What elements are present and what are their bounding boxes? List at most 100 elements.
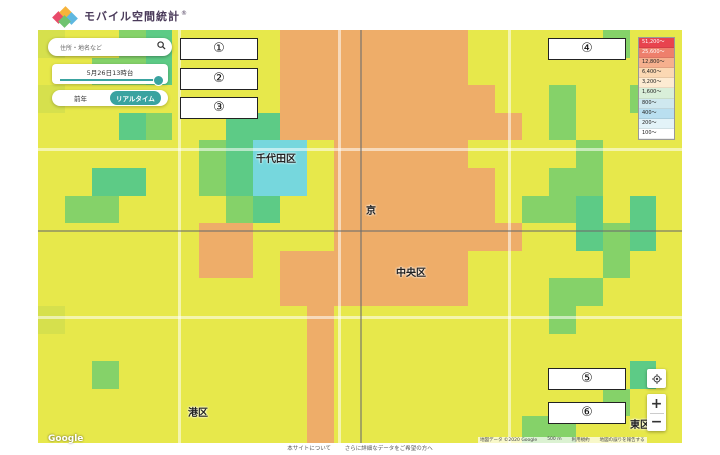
heat-cell	[280, 250, 307, 279]
heat-cell	[414, 361, 442, 389]
heat-cell	[199, 278, 227, 306]
heat-cell	[199, 361, 227, 389]
heat-cell	[280, 57, 307, 86]
heat-cell	[387, 112, 415, 141]
heat-cell	[306, 85, 334, 113]
heat-cell	[38, 195, 65, 224]
heat-cell	[548, 250, 576, 279]
heat-cell	[602, 140, 630, 168]
heat-cell	[172, 167, 200, 196]
heat-cell	[253, 388, 281, 417]
heat-cell	[118, 416, 146, 443]
heat-cell	[387, 305, 415, 334]
heat-cell	[91, 250, 119, 279]
slider-handle[interactable]	[153, 75, 164, 86]
heat-cell	[360, 416, 388, 443]
heat-cell	[172, 278, 200, 306]
search-icon[interactable]	[154, 41, 168, 53]
my-location-button[interactable]	[647, 369, 666, 388]
callout-6: ⑥	[548, 402, 626, 424]
heat-cell	[64, 250, 92, 279]
heat-cell	[441, 57, 469, 86]
heat-cell	[360, 223, 388, 251]
heat-cell	[522, 57, 549, 86]
heat-cell	[468, 278, 496, 306]
realtime-option[interactable]: リアルタイム	[110, 91, 161, 105]
heat-cell	[226, 416, 254, 443]
heat-cell	[522, 305, 549, 334]
mode-toggle[interactable]: 前年 リアルタイム	[52, 90, 168, 106]
heat-cell	[414, 85, 442, 113]
heat-cell	[91, 388, 119, 417]
logo-mark-icon	[52, 5, 78, 28]
heat-cell	[414, 112, 442, 141]
heat-cell	[468, 30, 496, 58]
heat-cell	[280, 278, 307, 306]
search-input[interactable]: 住所・地名など	[48, 38, 172, 56]
heat-cell	[548, 85, 576, 113]
callout-4: ④	[548, 38, 626, 60]
heat-cell	[441, 416, 469, 443]
callout-3: ③	[180, 97, 258, 119]
zoom-in-button[interactable]: +	[651, 395, 663, 413]
heat-cell	[602, 57, 630, 86]
time-slider[interactable]: 5月26日13時台	[52, 64, 168, 86]
heat-cell	[64, 195, 92, 224]
heat-cell	[387, 416, 415, 443]
heat-cell	[441, 30, 469, 58]
heat-cell	[522, 112, 549, 141]
time-label: 5月26日13時台	[86, 69, 134, 77]
heat-cell	[387, 361, 415, 389]
heat-cell	[118, 140, 146, 168]
heat-cell	[280, 223, 307, 251]
heat-cell	[414, 223, 442, 251]
heat-cell	[306, 112, 334, 141]
heat-cell	[602, 195, 630, 224]
heat-cell	[38, 305, 65, 334]
logo[interactable]: モバイル空間統計 ®	[52, 4, 187, 28]
heat-cell	[38, 167, 65, 196]
heat-cell	[387, 195, 415, 224]
registered-mark: ®	[181, 9, 187, 17]
heat-cell	[575, 278, 603, 306]
population-legend: 51,200〜 25,600〜 12,800〜 6,400〜 3,200〜 1,600〜 8…	[638, 37, 675, 140]
heat-cell	[441, 388, 469, 417]
heat-cell	[656, 140, 682, 168]
slider-track[interactable]	[60, 79, 160, 81]
heat-cell	[253, 333, 281, 362]
heat-cell	[387, 167, 415, 196]
heat-cell	[414, 333, 442, 362]
heat-cell	[226, 278, 254, 306]
callout-5: ⑤	[548, 368, 626, 390]
legend-item: 100〜	[639, 128, 674, 139]
heat-cell	[575, 112, 603, 141]
heat-cell	[656, 223, 682, 251]
heat-cell	[118, 388, 146, 417]
heat-cell	[306, 195, 334, 224]
heat-cell	[306, 167, 334, 196]
heat-cell	[145, 167, 173, 196]
legend-item: 400〜	[639, 108, 674, 119]
heat-cell	[91, 305, 119, 334]
heat-cell	[38, 112, 65, 141]
heat-cell	[468, 388, 496, 417]
heat-cell	[656, 195, 682, 224]
heat-cell	[226, 333, 254, 362]
about-link[interactable]: 本サイトについて	[287, 446, 331, 452]
more-data-link[interactable]: さらに詳細なデータをご希望の方へ	[345, 446, 433, 452]
heat-cell	[441, 140, 469, 168]
heat-cell	[414, 305, 442, 334]
heat-cell	[280, 85, 307, 113]
heat-cell	[575, 195, 603, 224]
zoom-out-button[interactable]: −	[651, 414, 663, 431]
heat-cell	[172, 250, 200, 279]
heat-cell	[387, 388, 415, 417]
heat-cell	[629, 167, 657, 196]
heat-cell	[199, 223, 227, 251]
heat-cell	[468, 195, 496, 224]
heat-cell	[145, 388, 173, 417]
heat-cell	[64, 333, 92, 362]
heat-cell	[38, 278, 65, 306]
past-year-option[interactable]: 前年	[74, 93, 110, 103]
heat-cell	[91, 333, 119, 362]
